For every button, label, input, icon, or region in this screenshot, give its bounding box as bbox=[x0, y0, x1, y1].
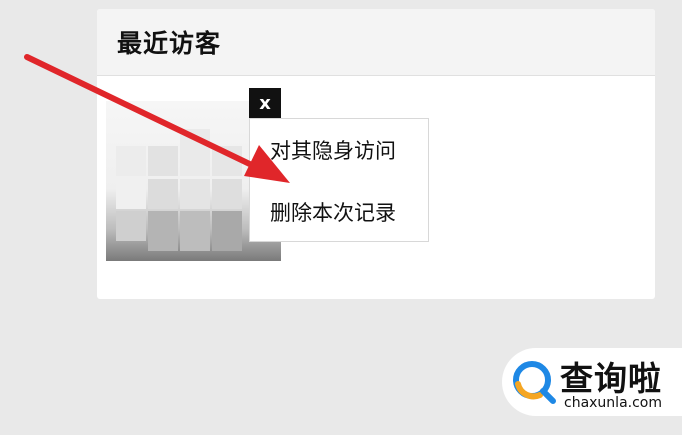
watermark-url: chaxunla.com bbox=[564, 395, 662, 411]
arrow-shaft bbox=[24, 54, 261, 171]
site-watermark: 查询啦 chaxunla.com bbox=[502, 348, 682, 416]
magnifier-logo-icon bbox=[513, 361, 556, 404]
watermark-title: 查询啦 bbox=[560, 359, 662, 398]
arrow-head bbox=[244, 145, 290, 183]
